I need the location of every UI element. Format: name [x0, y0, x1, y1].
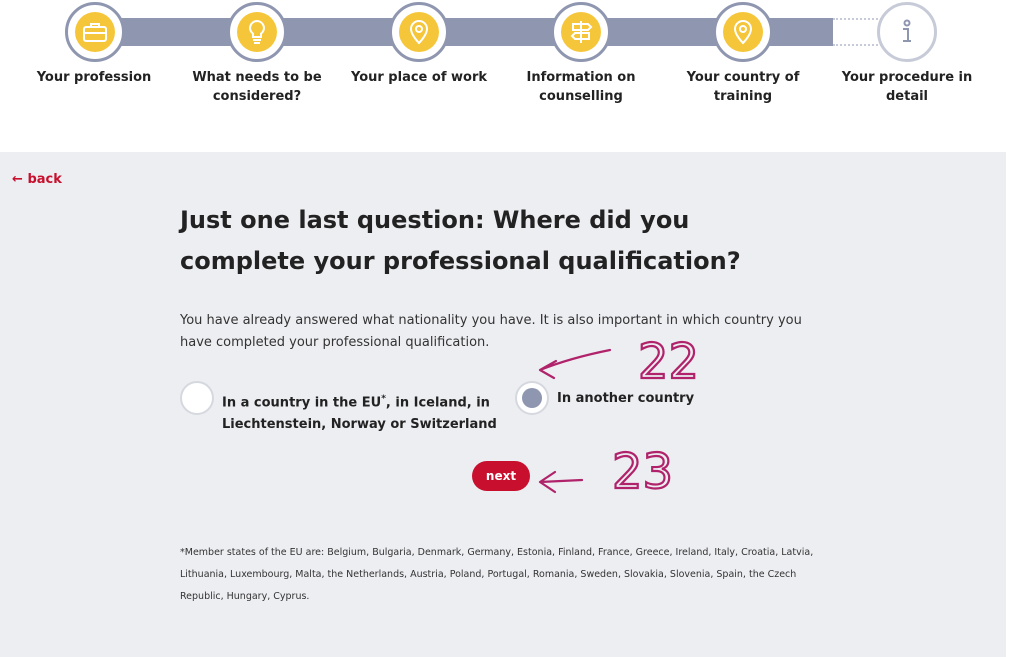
option-another-country-label: In another country: [557, 391, 695, 406]
radio-selected-dot: [522, 388, 542, 408]
step-1-indicator[interactable]: [65, 2, 125, 62]
map-pin-icon: [399, 12, 439, 52]
back-link[interactable]: ← back: [12, 172, 62, 187]
option-eu-country[interactable]: In a country in the EU*, in Iceland, in …: [180, 381, 500, 436]
radio-another-country[interactable]: [515, 381, 549, 415]
step-6-label: Your procedure in detail: [841, 70, 973, 104]
arrow-left-icon: ←: [12, 172, 23, 187]
radio-eu-country[interactable]: [180, 381, 214, 415]
step-1-label[interactable]: Your profession: [19, 68, 169, 87]
back-label: back: [27, 172, 62, 187]
option-eu-country-label: In a country in the EU*, in Iceland, in …: [222, 394, 497, 433]
step-2-label[interactable]: What needs to be considered?: [182, 68, 332, 106]
step-3-label[interactable]: Your place of work: [344, 68, 494, 87]
lightbulb-icon: [237, 12, 277, 52]
question-title: Just one last question: Where did you co…: [180, 206, 741, 275]
signpost-icon: [561, 12, 601, 52]
step-4-label[interactable]: Information on counselling: [506, 68, 656, 106]
next-button[interactable]: next: [472, 461, 530, 491]
question-panel: ← back Just one last question: Where did…: [0, 152, 1006, 657]
info-icon: [887, 12, 927, 52]
step-6-indicator: [877, 2, 937, 62]
step-4-indicator[interactable]: [551, 2, 611, 62]
step-2-indicator[interactable]: [227, 2, 287, 62]
progress-stepper: Your profession What needs to be conside…: [0, 0, 1024, 150]
question-intro: You have already answered what nationali…: [180, 313, 802, 350]
option-another-country[interactable]: In another country: [515, 381, 755, 415]
page: Your profession What needs to be conside…: [0, 0, 1024, 657]
step-3-indicator[interactable]: [389, 2, 449, 62]
briefcase-icon: [75, 12, 115, 52]
map-pin-icon: [723, 12, 763, 52]
step-5-indicator[interactable]: [713, 2, 773, 62]
step-5-label[interactable]: Your country of training: [668, 68, 818, 106]
eu-footnote: *Member states of the EU are: Belgium, B…: [180, 547, 814, 602]
